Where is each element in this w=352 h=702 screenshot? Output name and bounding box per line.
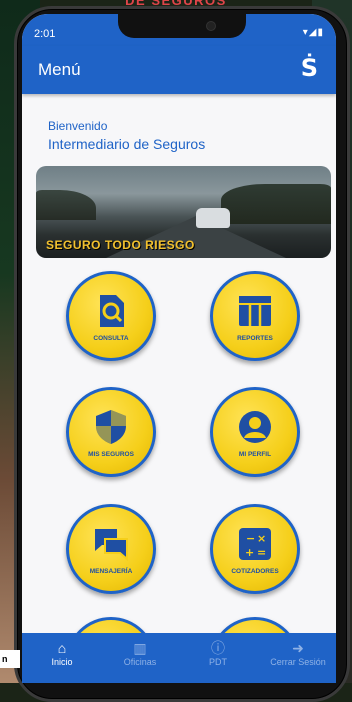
nav-item-inicio[interactable]: ⌂ Inicio — [26, 640, 98, 667]
bottom-nav: ⌂ Inicio ▥ Oficinas ⓘ PDT ➜ Cerrar Sesió… — [22, 633, 336, 683]
status-time: 2:01 — [34, 28, 56, 40]
shield-icon — [96, 410, 126, 444]
user-icon — [239, 411, 271, 443]
dollar-s-icon[interactable]: Ṡ — [301, 56, 318, 80]
tile-label: REPORTES — [237, 335, 273, 342]
nav-item-oficinas[interactable]: ▥ Oficinas — [104, 640, 176, 667]
corner-label: n — [0, 650, 20, 668]
svg-text:−: − — [246, 532, 255, 545]
promo-caption: SEGURO TODO RIESGO — [46, 238, 195, 252]
table-icon — [239, 296, 271, 326]
nav-label: PDT — [209, 657, 227, 667]
tile-label: MENSAJERÍA — [89, 568, 133, 575]
app-bar: Menú Ṡ — [22, 46, 336, 94]
tile-label: COTIZADORES — [231, 568, 279, 575]
svg-text:+: + — [245, 546, 254, 559]
tile-reportes[interactable]: REPORTES — [210, 271, 300, 361]
tile-label: MIS SEGUROS — [88, 451, 134, 458]
page-title: Menú — [38, 60, 81, 79]
promo-banner[interactable]: SEGURO TODO RIESGO — [36, 166, 331, 258]
camera-notch — [118, 14, 246, 38]
search-document-icon — [100, 295, 124, 327]
tile-label: MI PERFIL — [238, 451, 272, 458]
tile-mensajeria[interactable]: MENSAJERÍA — [66, 504, 156, 594]
welcome-block: Bienvenido Intermediario de Seguros — [48, 119, 205, 152]
status-bar: 2:01 ▾◢▮ — [22, 14, 336, 46]
banner-car — [196, 208, 230, 228]
logout-icon: ➜ — [292, 640, 304, 656]
nav-label: Cerrar Sesión — [270, 657, 326, 667]
camera-icon — [206, 21, 216, 31]
nav-label: Inicio — [51, 657, 73, 667]
svg-text:=: = — [257, 546, 266, 559]
svg-text:×: × — [257, 532, 266, 545]
banner-trees-left — [36, 190, 96, 220]
tile-cotizadores[interactable]: − × + = COTIZADORES — [210, 504, 300, 594]
calculator-icon: − × + = — [239, 528, 271, 560]
nav-label: Oficinas — [123, 657, 157, 667]
welcome-user: Intermediario de Seguros — [48, 136, 206, 152]
nav-item-pdt[interactable]: ⓘ PDT — [182, 640, 254, 667]
nav-item-cerrar-sesion[interactable]: ➜ Cerrar Sesión — [262, 640, 334, 667]
tile-consulta[interactable]: CONSULTA — [66, 271, 156, 361]
app-screen: 2:01 ▾◢▮ Menú Ṡ Bienvenido Intermediario… — [22, 14, 336, 683]
tile-label: CONSULTA — [93, 335, 129, 342]
welcome-greeting: Bienvenido — [48, 119, 108, 133]
chat-icon — [95, 529, 128, 562]
tile-mis-seguros[interactable]: MIS SEGUROS — [66, 387, 156, 477]
tile-mi-perfil[interactable]: MI PERFIL — [210, 387, 300, 477]
status-icons: ▾◢▮ — [302, 27, 324, 38]
info-icon: ⓘ — [211, 640, 225, 656]
home-icon: ⌂ — [57, 640, 67, 656]
building-icon: ▥ — [133, 640, 147, 656]
